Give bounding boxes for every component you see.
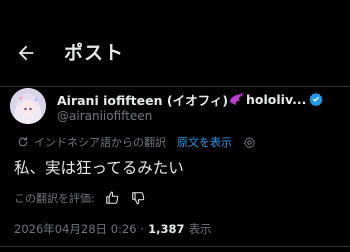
avatar[interactable]	[10, 88, 46, 124]
thumbs-down-icon[interactable]	[131, 191, 145, 205]
arrow-left-icon	[18, 45, 34, 61]
author-display-name[interactable]: Airani iofifteen (イオフィ)	[57, 90, 228, 109]
rate-translation-row: この翻訳を評価:	[14, 189, 145, 207]
rate-translation-label: この翻訳を評価:	[14, 192, 95, 205]
post-text: 私、実は狂ってるみたい	[14, 159, 184, 177]
translation-note: インドネシア語からの翻訳 原文を表示	[17, 134, 256, 150]
show-original-link[interactable]: 原文を表示	[177, 134, 232, 150]
post-timestamp[interactable]: 2026年04月28日 0:26	[14, 221, 137, 237]
header-divider	[0, 86, 350, 87]
author-display-name-suffix[interactable]: hololiv...	[246, 92, 306, 107]
view-count: 1,387	[148, 222, 185, 236]
meta-divider	[0, 246, 350, 247]
author-name-row[interactable]: Airani iofifteen (イオフィ) hololiv...	[57, 90, 324, 109]
translation-source-label: インドネシア語からの翻訳	[34, 136, 166, 149]
page-title: ポスト	[64, 42, 125, 64]
thumbs-up-icon[interactable]	[105, 191, 119, 205]
meta-separator: ·	[140, 222, 145, 236]
verified-badge-icon	[309, 92, 324, 106]
view-count-label: 表示	[188, 222, 212, 236]
gear-icon[interactable]	[243, 136, 256, 149]
paint-emoji-icon	[230, 93, 245, 105]
author-handle[interactable]: @airaniiofifteen	[57, 109, 152, 123]
avatar-image	[10, 88, 46, 124]
back-button[interactable]	[12, 40, 40, 66]
top-bar: ポスト	[0, 0, 350, 86]
refresh-icon	[18, 137, 28, 147]
post-meta: 2026年04月28日 0:26 · 1,387 表示	[14, 220, 212, 238]
